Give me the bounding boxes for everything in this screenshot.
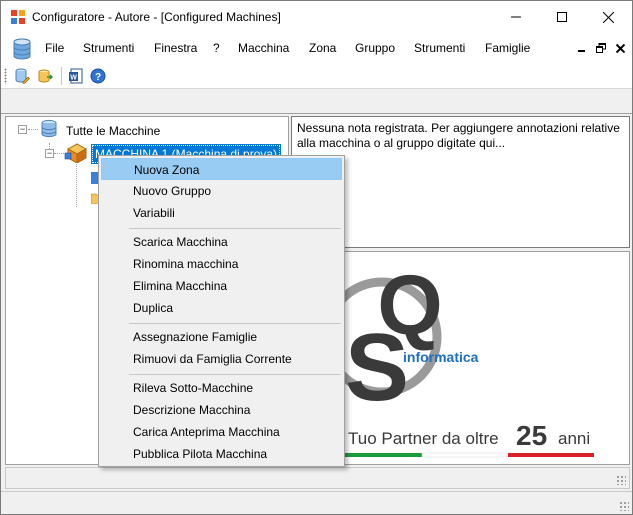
tree-expander-machine[interactable]: − xyxy=(45,149,54,158)
cm-nuovo-gruppo[interactable]: Nuovo Gruppo xyxy=(101,180,342,202)
cm-pubblica-pilota[interactable]: Pubblica Pilota Macchina xyxy=(101,443,342,465)
tree-connector xyxy=(28,129,38,130)
notes-textarea[interactable]: Nessuna nota registrata. Per aggiungere … xyxy=(297,121,622,151)
menu-strumenti[interactable]: Strumenti xyxy=(83,41,134,55)
mdi-restore-button[interactable] xyxy=(594,41,608,55)
toolbar-separator xyxy=(61,67,62,85)
app-window: Configuratore - Autore - [Configured Mac… xyxy=(0,0,633,515)
status-bar xyxy=(1,491,632,514)
menu-finestra[interactable]: Finestra xyxy=(154,41,197,55)
cm-descrizione-macchina[interactable]: Descrizione Macchina xyxy=(101,399,342,421)
menu-gruppo[interactable]: Gruppo xyxy=(355,41,395,55)
menu-zona[interactable]: Zona xyxy=(309,41,336,55)
toolbar-grip[interactable] xyxy=(4,68,7,84)
database-export-icon[interactable] xyxy=(36,67,54,85)
logo-tagline: Tuo Partner da oltre xyxy=(348,429,499,448)
cm-nuova-zona[interactable]: Nuova Zona xyxy=(101,158,342,180)
cm-duplica[interactable]: Duplica xyxy=(101,297,342,319)
cm-rileva-sotto-macchine[interactable]: Rileva Sotto-Macchine xyxy=(101,377,342,399)
cm-assegnazione-famiglie[interactable]: Assegnazione Famiglie xyxy=(101,326,342,348)
mdi-minimize-button[interactable] xyxy=(575,41,589,55)
cm-rinomina-macchina[interactable]: Rinomina macchina xyxy=(101,253,342,275)
window-title: Configuratore - Autore - [Configured Mac… xyxy=(32,10,281,24)
logo-years-number: 25 xyxy=(516,420,547,451)
app-icon xyxy=(10,9,26,25)
cm-separator xyxy=(129,323,341,324)
logo-underline-green xyxy=(342,453,422,457)
help-icon[interactable]: ? xyxy=(89,67,107,85)
panel-header-strip xyxy=(1,90,632,114)
cm-scarica-macchina[interactable]: Scarica Macchina xyxy=(101,231,342,253)
svg-text:?: ? xyxy=(95,72,101,83)
menu-help[interactable]: ? xyxy=(213,41,220,55)
cm-separator xyxy=(129,228,341,229)
logo-underline-white xyxy=(421,452,507,458)
size-grip-icon[interactable] xyxy=(616,475,626,485)
menu-strumenti-2[interactable]: Strumenti xyxy=(414,41,465,55)
mdi-close-button[interactable] xyxy=(613,41,627,55)
logo-underline-red xyxy=(508,453,594,457)
menu-bar: File Strumenti Finestra ? Macchina Zona … xyxy=(1,33,632,63)
cm-carica-anteprima[interactable]: Carica Anteprima Macchina xyxy=(101,421,342,443)
size-grip-icon[interactable] xyxy=(619,501,629,511)
minimize-button[interactable] xyxy=(493,1,539,33)
menu-famiglie[interactable]: Famiglie xyxy=(485,41,530,55)
tree-connector xyxy=(76,161,77,207)
logo-word: informatica xyxy=(403,349,479,365)
tree-root-label[interactable]: Tutte le Macchine xyxy=(66,124,160,138)
close-button[interactable] xyxy=(585,1,631,33)
database-icon xyxy=(39,119,59,142)
title-bar: Configuratore - Autore - [Configured Mac… xyxy=(1,1,632,33)
svg-text:Q: Q xyxy=(377,258,442,352)
cm-elimina-macchina[interactable]: Elimina Macchina xyxy=(101,275,342,297)
word-document-icon[interactable]: W xyxy=(67,67,85,85)
toolbar: W ? xyxy=(1,63,632,89)
cm-variabili[interactable]: Variabili xyxy=(101,202,342,224)
cm-rimuovi-famiglia[interactable]: Rimuovi da Famiglia Corrente xyxy=(101,348,342,370)
context-menu: Nuova Zona Nuovo Gruppo Variabili Scaric… xyxy=(98,155,345,467)
svg-text:W: W xyxy=(70,75,77,82)
logo-years-word: anni xyxy=(558,429,590,448)
database-edit-icon[interactable] xyxy=(13,67,31,85)
cm-separator xyxy=(129,374,341,375)
menu-file[interactable]: File xyxy=(45,41,64,55)
maximize-button[interactable] xyxy=(539,1,585,33)
splitter-bar[interactable] xyxy=(5,467,630,489)
database-icon[interactable] xyxy=(11,38,33,60)
menu-macchina[interactable]: Macchina xyxy=(238,41,289,55)
tree-expander-root[interactable]: − xyxy=(18,125,27,134)
machine-box-icon xyxy=(64,141,90,166)
